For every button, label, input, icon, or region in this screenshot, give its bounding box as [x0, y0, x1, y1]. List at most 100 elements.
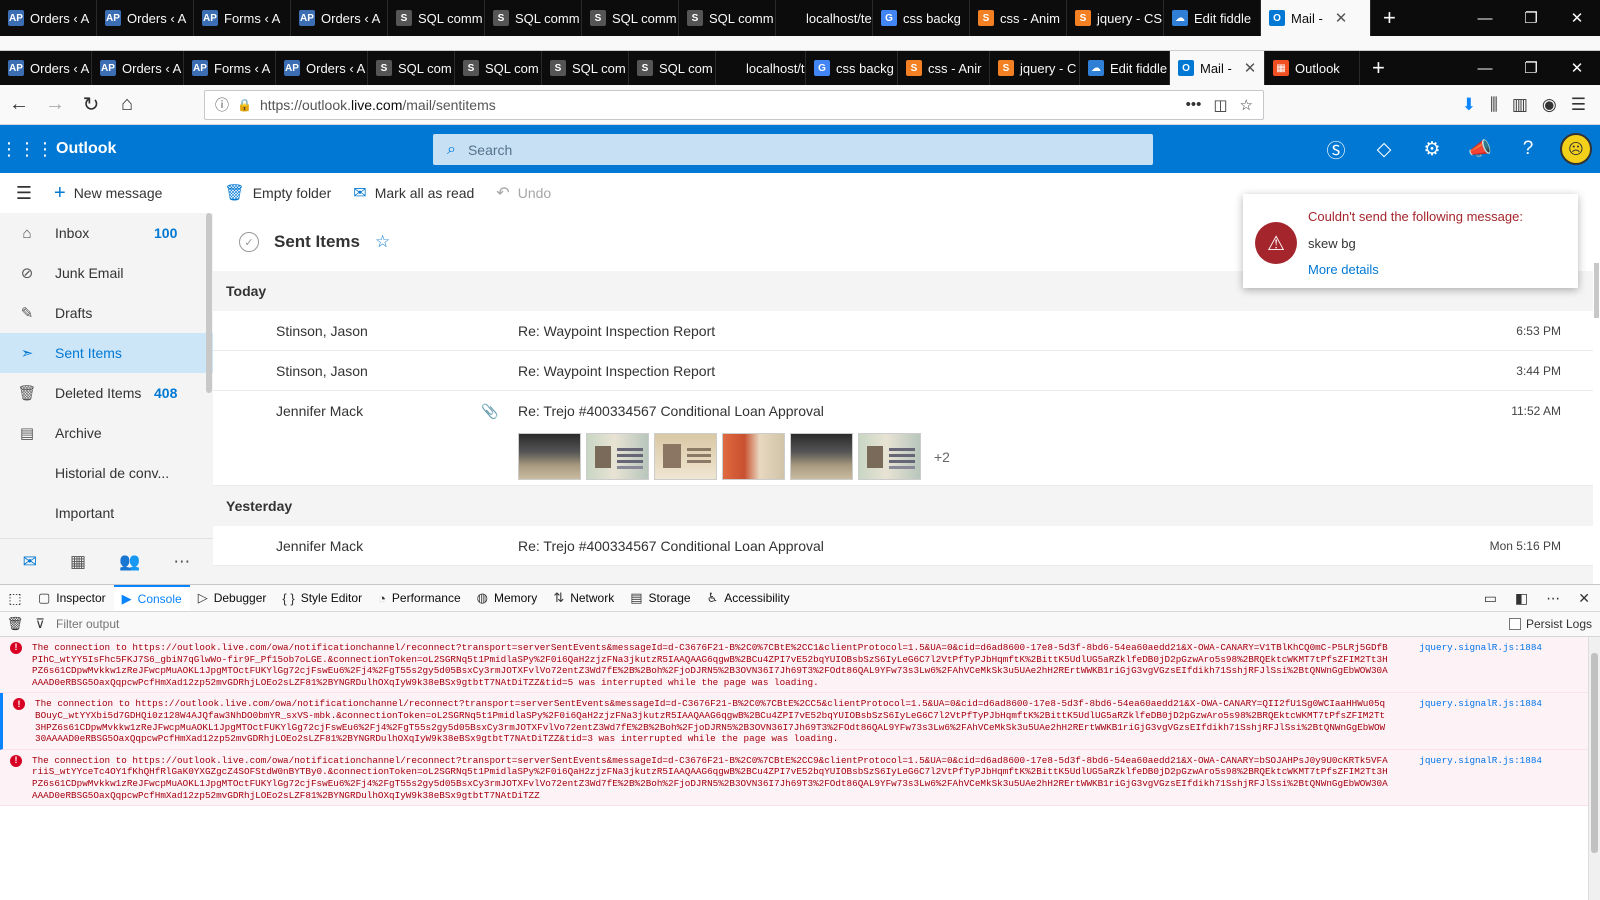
- folder-item-important[interactable]: Important: [0, 493, 213, 533]
- folder-pane-scrollbar[interactable]: [206, 213, 212, 393]
- browser-tab[interactable]: Scss - Anim: [970, 0, 1067, 36]
- console-error-message[interactable]: ! The connection to https://outlook.live.…: [0, 637, 1588, 694]
- whats-new-megaphone-icon[interactable]: 📣: [1456, 137, 1504, 161]
- restore-icon[interactable]: ❐: [1508, 51, 1554, 85]
- message-row[interactable]: Jennifer Mack 📎 Re: Trejo #400334567 Condi…: [213, 391, 1593, 486]
- persist-logs-checkbox[interactable]: [1508, 618, 1521, 630]
- folder-item-drafts[interactable]: ✎ Drafts: [0, 293, 213, 333]
- source-link[interactable]: jquery.signalR.js:1884: [1419, 698, 1542, 710]
- attachment-thumbnail[interactable]: [722, 433, 785, 480]
- folder-item-deleted-items[interactable]: 🗑 Deleted Items 408: [0, 373, 213, 413]
- browser-tab[interactable]: ▦ Outlook: [1265, 51, 1360, 85]
- browser-tab[interactable]: AP Orders ‹ A: [0, 51, 92, 85]
- attachment-thumbnail[interactable]: [790, 433, 853, 480]
- page-actions-icon[interactable]: •••: [1186, 96, 1202, 114]
- collapse-nav-icon[interactable]: ☰: [0, 183, 48, 204]
- clear-console-icon[interactable]: 🗑: [0, 616, 30, 632]
- outlook-brand[interactable]: Outlook: [56, 140, 116, 158]
- menu-icon[interactable]: ☰: [1571, 95, 1586, 115]
- devtools-tab-inspector[interactable]: ▢ Inspector: [30, 585, 114, 611]
- skype-icon[interactable]: Ⓢ: [1312, 136, 1360, 163]
- browser-tab[interactable]: S SQL com: [542, 51, 629, 85]
- browser-tab[interactable]: AP Orders ‹ A: [0, 0, 97, 36]
- devtools-tab-memory[interactable]: ◍ Memory: [469, 585, 546, 611]
- pocket-icon[interactable]: ◫: [1213, 96, 1227, 114]
- browser-tab[interactable]: S SQL com: [455, 51, 542, 85]
- sidebar-icon[interactable]: ▥: [1512, 95, 1528, 115]
- browser-tab[interactable]: Scss - Anir: [898, 51, 990, 85]
- browser-tab[interactable]: localhost/test: [716, 51, 806, 85]
- minimize-icon[interactable]: —: [1462, 51, 1508, 85]
- devtools-tab-performance[interactable]: ◔ Performance: [370, 585, 469, 611]
- empty-folder-button[interactable]: 🗑 Empty folder: [224, 183, 331, 203]
- reload-icon[interactable]: ↻: [74, 88, 108, 122]
- folder-item-archive[interactable]: ▤ Archive: [0, 413, 213, 453]
- devtools-menu-icon[interactable]: ⋯: [1546, 590, 1560, 607]
- forward-arrow-icon[interactable]: →: [38, 88, 72, 122]
- browser-tab[interactable]: AP Orders ‹ A: [276, 51, 368, 85]
- browser-tab[interactable]: Gcss backg: [806, 51, 898, 85]
- minimize-icon[interactable]: —: [1462, 0, 1508, 36]
- undo-button[interactable]: ↶ Undo: [496, 183, 551, 203]
- settings-gear-icon[interactable]: ⚙: [1408, 138, 1456, 161]
- folder-item-historial-de-conv[interactable]: Historial de conv...: [0, 453, 213, 493]
- help-icon[interactable]: ?: [1504, 138, 1552, 160]
- dock-icon[interactable]: ◧: [1515, 590, 1528, 607]
- premium-diamond-icon[interactable]: ◇: [1360, 138, 1408, 161]
- browser-tab[interactable]: AP Orders ‹ A: [291, 0, 388, 36]
- console-error-message[interactable]: ! The connection to https://outlook.live.…: [0, 693, 1588, 750]
- address-bar[interactable]: ⓘ 🔒 https://outlook.live.com/mail/sentit…: [204, 89, 1264, 120]
- browser-tab[interactable]: localhost/test4: [776, 0, 873, 36]
- browser-tab[interactable]: Gcss backg: [873, 0, 970, 36]
- devtools-tab-console[interactable]: ▶ Console: [113, 585, 190, 611]
- download-icon[interactable]: ⬇: [1462, 95, 1476, 115]
- devtools-tab-network[interactable]: ⇅ Network: [545, 585, 622, 611]
- people-icon[interactable]: 👥: [119, 552, 140, 572]
- more-apps-icon[interactable]: ⋯: [173, 552, 190, 572]
- more-details-link[interactable]: More details: [1308, 262, 1379, 277]
- home-icon[interactable]: ⌂: [110, 88, 144, 122]
- mark-all-read-button[interactable]: ✉ Mark all as read: [353, 183, 474, 203]
- more-attachments-count[interactable]: +2: [934, 449, 950, 465]
- browser-tab[interactable]: Sjquery - C: [990, 51, 1080, 85]
- attachment-thumbnail[interactable]: [586, 433, 649, 480]
- browser-tab[interactable]: AP Orders ‹ A: [97, 0, 194, 36]
- message-list-scrollbar[interactable]: [1593, 213, 1600, 584]
- responsive-design-icon[interactable]: ▭: [1484, 590, 1497, 607]
- select-all-checkbox[interactable]: ✓: [239, 232, 259, 252]
- source-link[interactable]: jquery.signalR.js:1884: [1419, 642, 1542, 654]
- browser-tab[interactable]: ☁ Edit fiddle: [1080, 51, 1170, 85]
- bookmark-star-icon[interactable]: ☆: [1240, 96, 1253, 114]
- message-row[interactable]: Stinson, Jason Re: Waypoint Inspection Re…: [213, 311, 1593, 351]
- devtools-tab-debugger[interactable]: ▷ Debugger: [190, 585, 275, 611]
- back-arrow-icon[interactable]: ←: [2, 88, 36, 122]
- close-window-icon[interactable]: ✕: [1554, 51, 1600, 85]
- tab-close-icon[interactable]: ✕: [1335, 9, 1348, 27]
- devtools-tab-style-editor[interactable]: { } Style Editor: [274, 585, 370, 611]
- tab-active-mail[interactable]: O Mail - ✕: [1170, 51, 1265, 85]
- message-row[interactable]: Stinson, Jason Re: Waypoint Inspection Re…: [213, 351, 1593, 391]
- folder-item-junk-email[interactable]: ⊘ Junk Email: [0, 253, 213, 293]
- message-row[interactable]: Jennifer Mack Re: Trejo #400334567 Condit…: [213, 526, 1593, 566]
- browser-tab[interactable]: S SQL com: [368, 51, 455, 85]
- new-message-button[interactable]: + New message: [54, 182, 162, 205]
- console-scrollbar[interactable]: [1588, 637, 1600, 900]
- browser-tab[interactable]: AP Forms ‹ A: [184, 51, 276, 85]
- browser-tab[interactable]: S SQL comm: [485, 0, 582, 36]
- avatar[interactable]: ☹: [1560, 133, 1592, 165]
- console-error-message[interactable]: ! The connection to https://outlook.live.…: [0, 749, 1588, 807]
- search-box[interactable]: ⌕ Search: [433, 134, 1153, 165]
- browser-tab[interactable]: ☁ Edit fiddle: [1164, 0, 1261, 36]
- devtools-tab-accessibility[interactable]: ♿ Accessibility: [699, 585, 798, 611]
- filter-output-input[interactable]: [56, 617, 456, 631]
- calendar-icon[interactable]: ▦: [70, 552, 86, 572]
- source-link[interactable]: jquery.signalR.js:1884: [1419, 755, 1542, 767]
- attachment-thumbnail[interactable]: [858, 433, 921, 480]
- browser-tab[interactable]: AP Orders ‹ A: [92, 51, 184, 85]
- browser-tab[interactable]: AP Forms ‹ A: [194, 0, 291, 36]
- browser-tab[interactable]: S SQL com: [629, 51, 716, 85]
- extension-icon[interactable]: ◉: [1542, 95, 1557, 115]
- devtools-tab-storage[interactable]: ▤ Storage: [622, 585, 698, 611]
- persist-logs-toggle[interactable]: Persist Logs: [1508, 617, 1600, 631]
- element-picker-icon[interactable]: ⬚: [0, 585, 30, 611]
